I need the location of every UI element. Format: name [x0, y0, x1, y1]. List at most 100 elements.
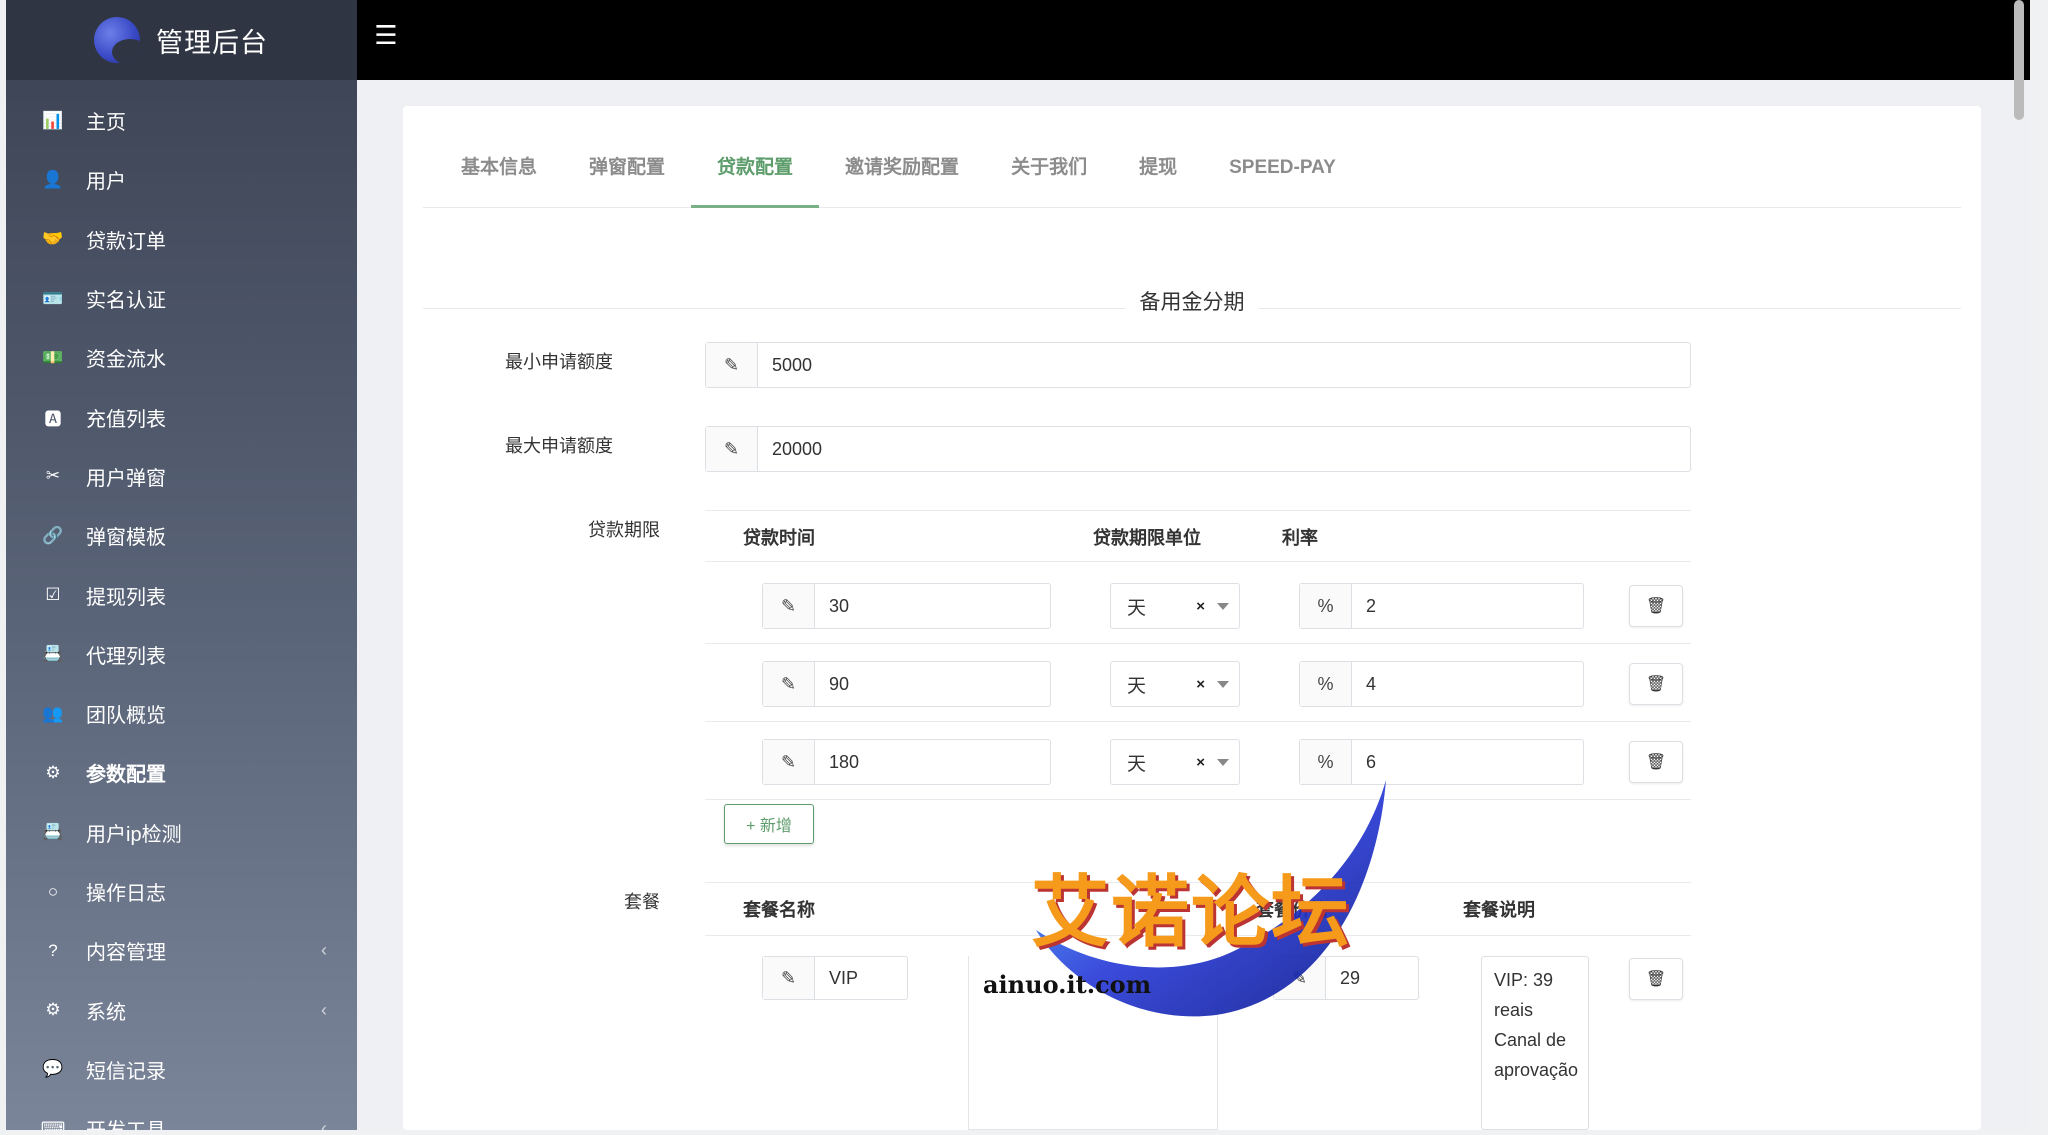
watermark-text: 艾诺论坛 [1031, 868, 1352, 958]
term-rate-value[interactable]: 2 [1352, 584, 1583, 628]
agent-icon: 📇 [42, 644, 64, 664]
sidebar-item-14[interactable]: ? 内容管理 ‹ [6, 921, 357, 980]
config-card: 基本信息 弹窗配置 贷款配置 邀请奖励配置 关于我们 提现 SPEED-PAY 备用金分期 … [403, 106, 1981, 1130]
sidebar-item-16[interactable]: 💬 短信记录 [6, 1040, 357, 1099]
package-name-value[interactable]: VIP [815, 957, 907, 999]
question-icon: ? [48, 940, 58, 960]
chat-icon: 💬 [42, 1059, 64, 1079]
section-title: 备用金分期 [1125, 286, 1259, 316]
term-time-field[interactable]: ✎ 90 [762, 661, 1051, 707]
term-unit-select[interactable]: 天 × [1110, 739, 1240, 785]
term-rate-header: 利率 [1282, 528, 1318, 548]
bar-chart-icon: 📊 [42, 110, 64, 130]
package-name-field[interactable]: ✎ VIP [762, 956, 908, 1000]
logo-icon [94, 17, 140, 63]
delete-term-button[interactable]: 🗑 [1629, 663, 1683, 705]
sidebar-item-label: 代理列表 [86, 645, 166, 668]
term-time-field[interactable]: ✎ 180 [762, 739, 1051, 785]
term-unit-select[interactable]: 天 × [1110, 661, 1240, 707]
sidebar-item-label: 参数配置 [86, 764, 166, 787]
watermark-url: ainuo.it.com [983, 970, 1152, 999]
term-rate-value[interactable]: 4 [1352, 662, 1583, 706]
min-amount-field[interactable]: ✎ 5000 [705, 342, 1691, 388]
package-price-field[interactable]: ✎ 29 [1273, 956, 1419, 1000]
package-desc-header: 套餐说明 [1463, 900, 1535, 920]
sidebar-item-1[interactable]: 👤 用户 [6, 150, 357, 209]
sidebar-item-7[interactable]: 🔗 弹窗模板 [6, 506, 357, 565]
term-unit-select[interactable]: 天 × [1110, 583, 1240, 629]
sidebar-item-11[interactable]: ⚙ 参数配置 [6, 743, 357, 802]
sidebar-item-label: 系统 [86, 1001, 126, 1024]
term-time-field[interactable]: ✎ 30 [762, 583, 1051, 629]
pencil-icon: ✎ [763, 662, 815, 706]
sidebar-item-label: 内容管理 [86, 942, 166, 965]
topbar: ☰ [357, 0, 2030, 80]
trash-icon: 🗑 [1645, 754, 1667, 771]
term-unit-value: 天 [1127, 597, 1147, 619]
term-rate-value[interactable]: 6 [1352, 740, 1583, 784]
sidebar-item-8[interactable]: ☑ 提现列表 [6, 565, 357, 624]
gear-icon: ⚙ [45, 1000, 61, 1020]
sidebar-nav: 📊 主页 👤 用户 🤝 贷款订单 🪪 实名认证 💵 资金流水 🅰 充值列表 ✂ 用户弹窗 🔗 弹窗模板 ☑ 提现列… [6, 80, 357, 1130]
tab-bar: 基本信息 弹窗配置 贷款配置 邀请奖励配置 关于我们 提现 SPEED-PAY [423, 150, 1961, 208]
term-time-value[interactable]: 90 [815, 662, 1050, 706]
brand[interactable]: 管理后台 [6, 0, 357, 80]
pencil-icon: ✎ [763, 740, 815, 784]
delete-term-button[interactable]: 🗑 [1629, 585, 1683, 627]
sidebar-item-6[interactable]: ✂ 用户弹窗 [6, 447, 357, 506]
trash-icon: 🗑 [1645, 598, 1667, 615]
sidebar-item-5[interactable]: 🅰 充值列表 [6, 387, 357, 446]
pencil-icon: ✎ [1274, 957, 1326, 999]
check-icon: ☑ [45, 585, 61, 605]
delete-package-button[interactable]: 🗑 [1629, 958, 1683, 1000]
tab-3[interactable]: 邀请奖励配置 [819, 150, 985, 208]
sidebar-item-15[interactable]: ⚙ 系统 ‹ [6, 980, 357, 1039]
scrollbar[interactable] [2014, 0, 2024, 120]
sidebar-item-9[interactable]: 📇 代理列表 [6, 625, 357, 684]
tab-6[interactable]: SPEED-PAY [1203, 150, 1362, 208]
sidebar-item-label: 团队概览 [86, 705, 166, 728]
sidebar-item-13[interactable]: ○ 操作日志 [6, 862, 357, 921]
menu-toggle-icon[interactable]: ☰ [371, 20, 401, 50]
delete-term-button[interactable]: 🗑 [1629, 741, 1683, 783]
trash-icon: 🗑 [1645, 971, 1667, 988]
caret-down-icon [1217, 759, 1229, 766]
circle-icon: ○ [47, 881, 59, 901]
term-time-value[interactable]: 180 [815, 740, 1050, 784]
sidebar-item-4[interactable]: 💵 资金流水 [6, 328, 357, 387]
sidebar-item-12[interactable]: 📇 用户ip检测 [6, 803, 357, 862]
term-rate-field[interactable]: % 4 [1299, 661, 1584, 707]
max-amount-field[interactable]: ✎ 20000 [705, 426, 1691, 472]
tab-4[interactable]: 关于我们 [985, 150, 1113, 208]
caret-down-icon [1217, 681, 1229, 688]
tab-2[interactable]: 贷款配置 [691, 150, 820, 208]
package-price-value[interactable]: 29 [1326, 957, 1418, 999]
sidebar-item-2[interactable]: 🤝 贷款订单 [6, 210, 357, 269]
sidebar-item-label: 提现列表 [86, 586, 166, 609]
sidebar-item-3[interactable]: 🪪 实名认证 [6, 269, 357, 328]
sidebar-item-17[interactable]: ⌨ 开发工具 ‹ [6, 1099, 357, 1130]
sidebar-item-label: 充值列表 [86, 408, 166, 431]
add-term-button[interactable]: + 新增 [724, 804, 814, 844]
clear-icon[interactable]: × [1196, 754, 1205, 771]
clear-icon[interactable]: × [1196, 598, 1205, 615]
term-rate-field[interactable]: % 6 [1299, 739, 1584, 785]
package-name-header: 套餐名称 [743, 900, 815, 920]
package-desc-textarea[interactable]: VIP: 39 reais Canal de aprovação [1481, 956, 1589, 1130]
tab-0[interactable]: 基本信息 [435, 150, 563, 208]
tab-5[interactable]: 提现 [1113, 150, 1203, 208]
min-amount-value[interactable]: 5000 [758, 343, 1690, 387]
term-time-value[interactable]: 30 [815, 584, 1050, 628]
sidebar-item-0[interactable]: 📊 主页 [6, 91, 357, 150]
term-rate-field[interactable]: % 2 [1299, 583, 1584, 629]
clear-icon[interactable]: × [1196, 676, 1205, 693]
pencil-icon: ✎ [706, 343, 758, 387]
min-amount-label: 最小申请额度 [505, 352, 613, 372]
sidebar-item-10[interactable]: 👥 团队概览 [6, 684, 357, 743]
team-icon: 👥 [42, 703, 64, 723]
max-amount-value[interactable]: 20000 [758, 427, 1690, 471]
term-unit-value: 天 [1127, 753, 1147, 775]
percent-addon: % [1300, 584, 1352, 628]
tab-1[interactable]: 弹窗配置 [563, 150, 691, 208]
loan-icon: 🤝 [42, 229, 64, 249]
